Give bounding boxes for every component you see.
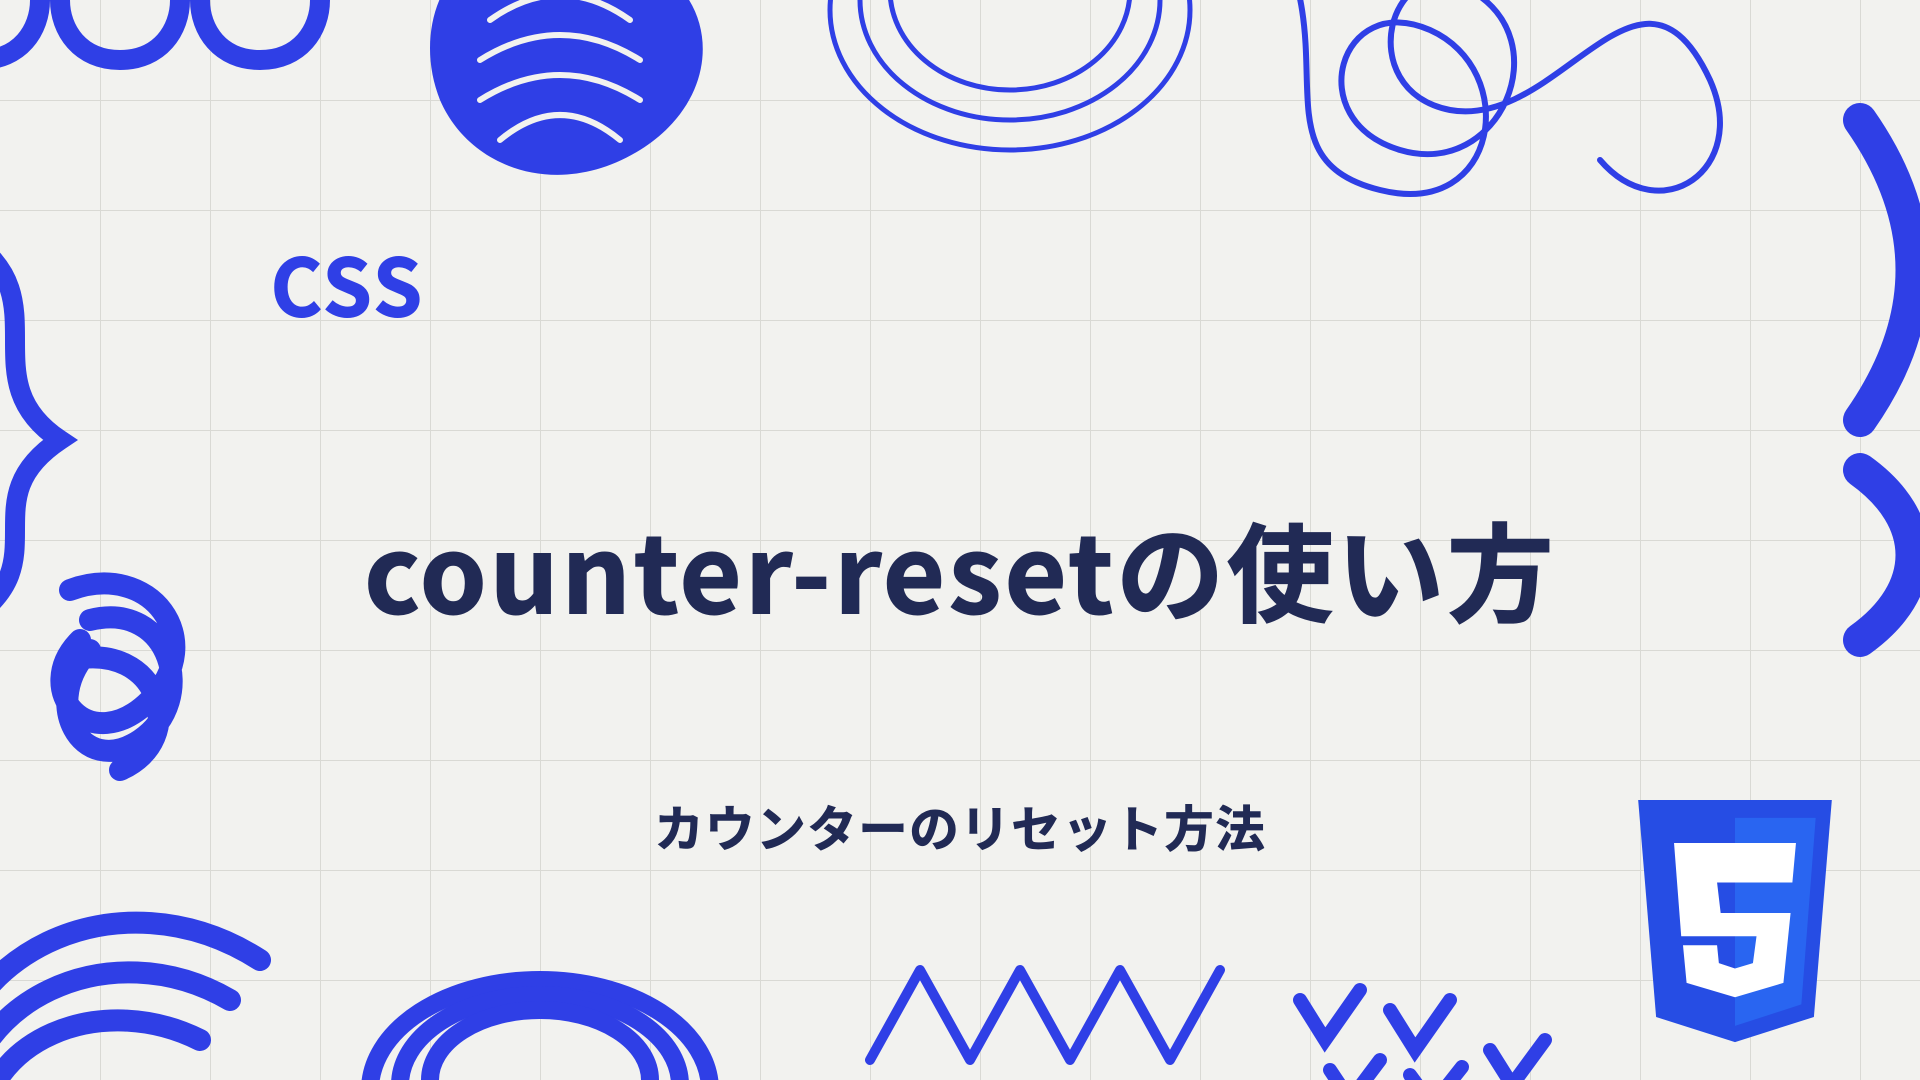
doodle-bottom-left-arcs — [0, 923, 260, 1080]
doodle-checks — [1300, 990, 1545, 1080]
doodle-zigzag — [870, 970, 1220, 1060]
doodle-bottom-oval — [370, 980, 710, 1080]
kicker-label: CSS — [270, 225, 425, 341]
page-title: counter-resetの使い方 — [0, 490, 1920, 646]
css3-badge-icon — [1620, 800, 1850, 1060]
slide-canvas: CSS counter-resetの使い方 カウンターのリセット方法 — [0, 0, 1920, 1080]
doodle-thin-circles-top — [830, 0, 1190, 150]
doodle-solid-blob — [430, 0, 703, 175]
doodle-top-left-loops — [0, 0, 320, 60]
doodle-tangle-top-right — [1280, 0, 1720, 194]
